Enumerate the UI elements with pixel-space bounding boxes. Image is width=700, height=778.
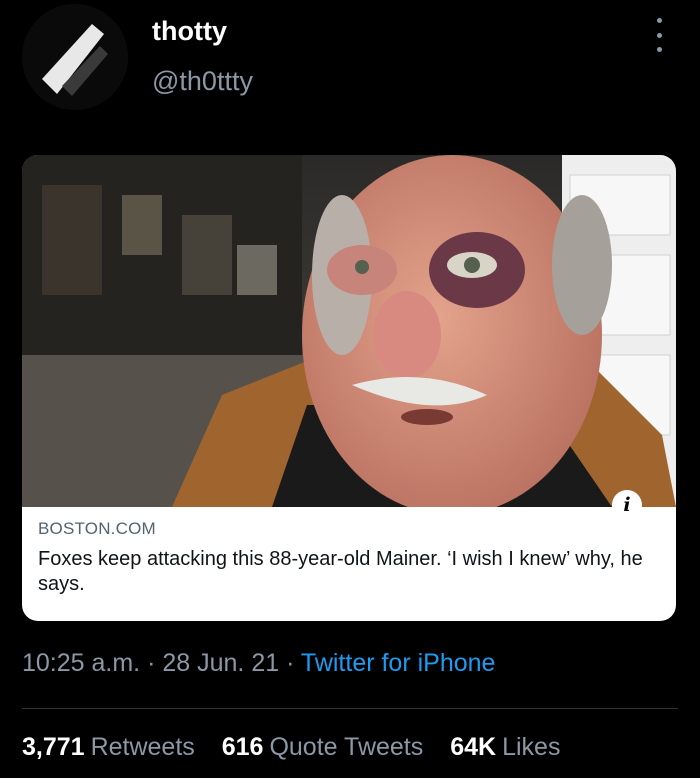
user-handle: @th0ttty bbox=[152, 66, 253, 96]
link-preview-card[interactable]: BOSTON.COM Foxes keep attacking this 88-… bbox=[22, 155, 676, 621]
retweets-label: Retweets bbox=[90, 733, 195, 761]
more-dot bbox=[656, 32, 662, 38]
more-vertical-icon bbox=[656, 18, 662, 23]
tweet-date[interactable]: 28 Jun. 21 bbox=[162, 649, 279, 677]
retweets-stat[interactable]: 3,771 Retweets bbox=[22, 733, 195, 762]
engagement-stats: 3,771 Retweets 616 Quote Tweets 64K Likes bbox=[22, 733, 580, 762]
quote-tweets-label: Quote Tweets bbox=[269, 733, 424, 761]
avatar-image bbox=[22, 4, 128, 110]
tweet-timestamp: 10:25 a.m. · 28 Jun. 21 · Twitter for iP… bbox=[22, 649, 495, 678]
likes-label: Likes bbox=[502, 733, 561, 761]
info-icon[interactable]: i bbox=[612, 490, 642, 520]
display-name[interactable]: thotty bbox=[152, 16, 227, 47]
more-options-button[interactable] bbox=[648, 18, 670, 52]
card-image bbox=[22, 155, 676, 507]
card-title[interactable]: Foxes keep attacking this 88-year-old Ma… bbox=[38, 547, 658, 597]
card-meta: BOSTON.COM Foxes keep attacking this 88-… bbox=[38, 519, 658, 597]
avatar[interactable] bbox=[22, 4, 128, 110]
retweets-count: 3,771 bbox=[22, 733, 85, 761]
likes-stat[interactable]: 64K Likes bbox=[450, 733, 560, 762]
likes-count: 64K bbox=[450, 733, 497, 761]
quote-tweets-count: 616 bbox=[221, 733, 264, 761]
divider bbox=[22, 708, 678, 709]
card-domain: BOSTON.COM bbox=[38, 519, 156, 538]
more-dot bbox=[656, 47, 662, 52]
meta-separator: · bbox=[147, 649, 156, 677]
tweet-time[interactable]: 10:25 a.m. bbox=[22, 649, 140, 677]
quote-tweets-stat[interactable]: 616 Quote Tweets bbox=[222, 733, 424, 762]
tweet-source-link[interactable]: Twitter for iPhone bbox=[301, 649, 496, 677]
meta-separator: · bbox=[286, 649, 295, 677]
